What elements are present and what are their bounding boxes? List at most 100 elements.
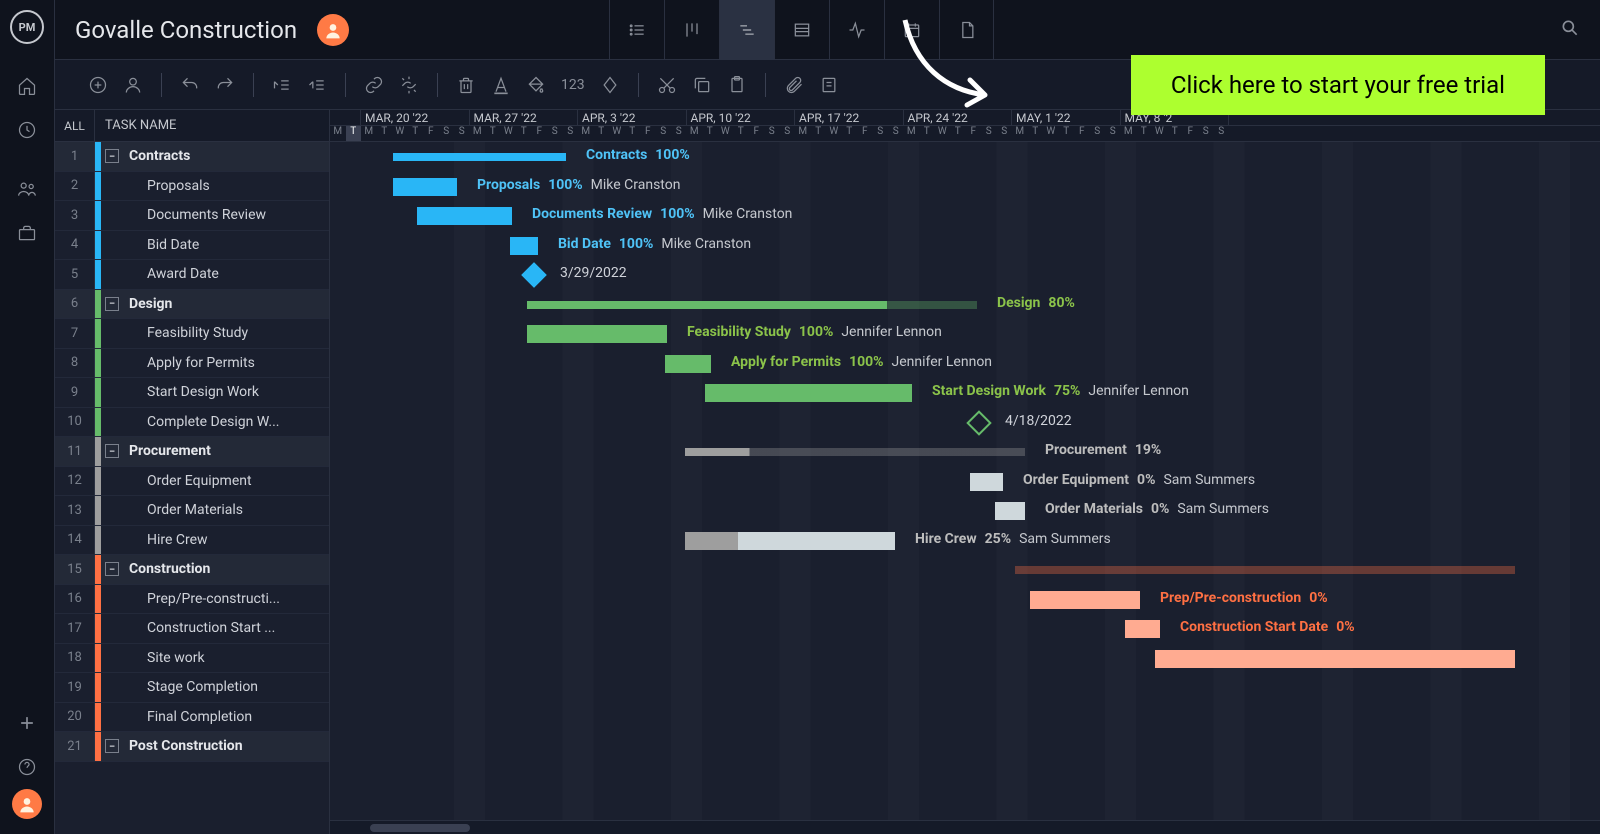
undo-icon[interactable] [180,75,200,95]
gantt-row[interactable]: Bid Date 100% Mike Cranston [330,231,1600,261]
view-sheet-icon[interactable] [774,0,829,60]
gantt-row[interactable]: Apply for Permits 100% Jennifer Lennon [330,349,1600,379]
user-avatar[interactable] [12,789,42,819]
redo-icon[interactable] [215,75,235,95]
view-gantt-icon[interactable] [719,0,774,60]
gantt-row[interactable] [330,673,1600,703]
task-row[interactable]: 15 − Construction [55,555,329,585]
task-row[interactable]: 3 Documents Review [55,201,329,231]
task-row[interactable]: 14 Hire Crew [55,526,329,556]
gantt-row[interactable] [330,732,1600,762]
task-row[interactable]: 19 Stage Completion [55,673,329,703]
text-style-icon[interactable] [491,75,511,95]
cta-free-trial-button[interactable]: Click here to start your free trial [1131,55,1545,115]
collapse-icon[interactable]: − [105,739,119,753]
milestone-icon[interactable] [600,75,620,95]
add-icon[interactable] [0,701,54,745]
task-row[interactable]: 1 − Contracts [55,142,329,172]
task-bar[interactable] [417,207,512,225]
gantt-body[interactable]: Contracts 100% Proposals 100% Mike Crans… [330,142,1600,820]
task-bar[interactable] [1125,620,1160,638]
task-bar[interactable] [393,178,457,196]
outdent-icon[interactable] [272,75,292,95]
note-icon[interactable] [819,75,839,95]
fill-color-icon[interactable] [526,75,546,95]
gantt-row[interactable]: Contracts 100% [330,142,1600,172]
briefcase-icon[interactable] [0,211,54,255]
gantt-row[interactable]: Start Design Work 75% Jennifer Lennon [330,378,1600,408]
task-row[interactable]: 21 − Post Construction [55,732,329,762]
gantt-row[interactable]: Feasibility Study 100% Jennifer Lennon [330,319,1600,349]
link-icon[interactable] [364,75,384,95]
task-row[interactable]: 6 − Design [55,290,329,320]
attach-icon[interactable] [784,75,804,95]
collapse-icon[interactable]: − [105,297,119,311]
task-row[interactable]: 2 Proposals [55,172,329,202]
task-row[interactable]: 11 − Procurement [55,437,329,467]
task-bar[interactable] [1030,591,1140,609]
view-calendar-icon[interactable] [884,0,939,60]
gantt-row[interactable]: Order Equipment 0% Sam Summers [330,467,1600,497]
summary-bar[interactable] [527,301,977,309]
scrollbar-thumb[interactable] [370,824,470,832]
gantt-row[interactable]: Prep/Pre-construction 0% [330,585,1600,615]
task-bar[interactable] [705,384,912,402]
collapse-icon[interactable]: − [105,149,119,163]
task-row[interactable]: 4 Bid Date [55,231,329,261]
gantt-row[interactable] [330,644,1600,674]
task-row[interactable]: 18 Site work [55,644,329,674]
paste-icon[interactable] [727,75,747,95]
task-bar[interactable] [685,532,895,550]
search-icon[interactable] [1560,18,1580,42]
task-bar[interactable] [510,237,538,255]
team-icon[interactable] [0,167,54,211]
assign-icon[interactable] [123,75,143,95]
task-row[interactable]: 9 Start Design Work [55,378,329,408]
summary-bar[interactable] [393,153,566,161]
view-list-icon[interactable] [609,0,664,60]
task-row[interactable]: 7 Feasibility Study [55,319,329,349]
recent-icon[interactable] [0,108,54,152]
gantt-row[interactable] [330,555,1600,585]
cut-icon[interactable] [657,75,677,95]
gantt-row[interactable]: Design 80% [330,290,1600,320]
summary-bar[interactable] [1015,566,1515,574]
columns-icon[interactable]: 123 [561,77,585,93]
view-board-icon[interactable] [664,0,719,60]
project-owner-avatar[interactable] [317,14,349,46]
collapse-icon[interactable]: − [105,562,119,576]
view-activity-icon[interactable] [829,0,884,60]
gantt-row[interactable]: 3/29/2022 [330,260,1600,290]
add-task-icon[interactable] [88,75,108,95]
collapse-icon[interactable]: − [105,444,119,458]
gantt-row[interactable] [330,703,1600,733]
task-bar[interactable] [527,325,667,343]
task-row[interactable]: 10 Complete Design W... [55,408,329,438]
milestone-marker[interactable] [521,262,546,287]
app-logo[interactable]: PM [10,10,44,44]
copy-icon[interactable] [692,75,712,95]
delete-icon[interactable] [456,75,476,95]
task-bar[interactable] [970,473,1003,491]
task-row[interactable]: 5 Award Date [55,260,329,290]
task-row[interactable]: 16 Prep/Pre-constructi... [55,585,329,615]
horizontal-scrollbar[interactable] [330,820,1600,834]
gantt-row[interactable]: Documents Review 100% Mike Cranston [330,201,1600,231]
task-row[interactable]: 20 Final Completion [55,703,329,733]
gantt-row[interactable]: Hire Crew 25% Sam Summers [330,526,1600,556]
task-bar[interactable] [995,502,1025,520]
gantt-row[interactable]: Order Materials 0% Sam Summers [330,496,1600,526]
gantt-row[interactable]: Procurement 19% [330,437,1600,467]
task-row[interactable]: 8 Apply for Permits [55,349,329,379]
task-bar[interactable] [1155,650,1515,668]
indent-icon[interactable] [307,75,327,95]
summary-bar[interactable] [685,448,1025,456]
unlink-icon[interactable] [399,75,419,95]
milestone-marker[interactable] [966,410,991,435]
task-bar[interactable] [665,355,711,373]
help-icon[interactable] [0,745,54,789]
column-name-header[interactable]: TASK NAME [95,110,329,141]
task-row[interactable]: 17 Construction Start ... [55,614,329,644]
task-row[interactable]: 13 Order Materials [55,496,329,526]
gantt-row[interactable]: Construction Start Date 0% [330,614,1600,644]
